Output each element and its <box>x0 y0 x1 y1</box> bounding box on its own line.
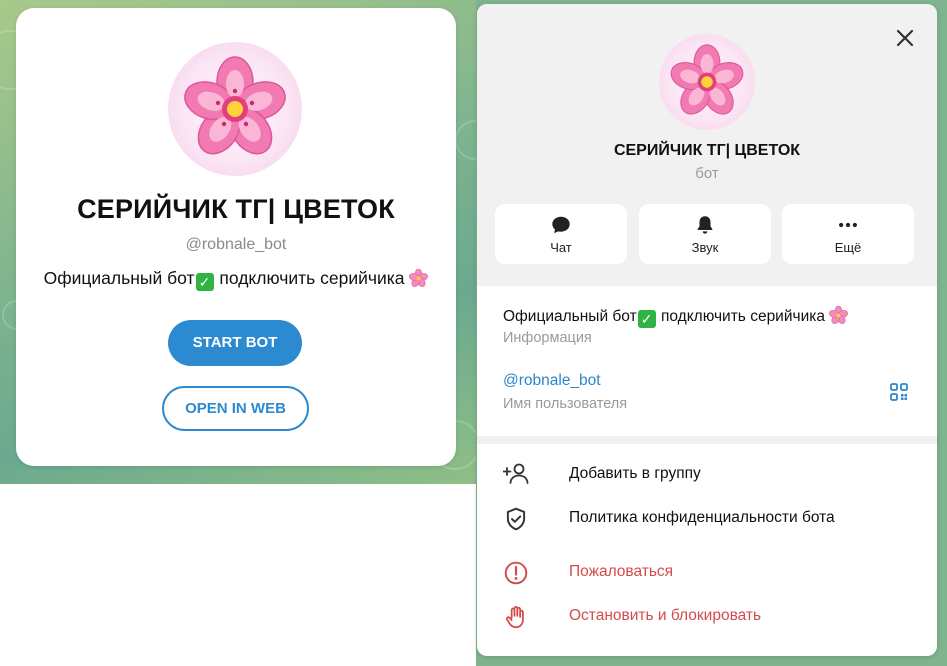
sound-action-button[interactable]: Звук <box>639 204 771 264</box>
bell-icon <box>697 216 713 234</box>
bot-title: СЕРИЙЧИК ТГ| ЦВЕТОК <box>77 194 395 224</box>
privacy-policy-label: Политика конфиденциальности бота <box>569 509 835 526</box>
sound-action-label: Звук <box>691 240 719 255</box>
bot-description: Официальный бот ✓ подключить серийчика <box>16 268 456 291</box>
chat-bubble-icon <box>552 216 570 234</box>
start-bot-button[interactable]: START BOT <box>168 320 302 366</box>
section-divider <box>477 436 937 444</box>
privacy-policy-item[interactable]: Политика конфиденциальности бота <box>477 498 937 538</box>
open-in-web-button[interactable]: OPEN IN WEB <box>162 386 309 431</box>
checkmark-emoji-icon: ✓ <box>637 310 656 328</box>
bot-start-card: СЕРИЙЧИК ТГ| ЦВЕТОК @robnale_bot Официал… <box>16 8 456 466</box>
cherry-blossom-icon <box>184 56 286 155</box>
report-label: Пожаловаться <box>569 563 674 580</box>
bot-info-panel: СЕРИЙЧИК ТГ| ЦВЕТОК бот Чат Звук Ещё Офи… <box>477 4 937 656</box>
bot-description[interactable]: Официальный бот ✓ подключить серийчика <box>503 306 849 328</box>
report-icon <box>504 561 528 585</box>
add-to-group-item[interactable]: Добавить в группу <box>477 454 937 494</box>
qr-code-icon[interactable] <box>889 382 909 402</box>
close-icon[interactable] <box>893 26 917 50</box>
chat-action-button[interactable]: Чат <box>495 204 627 264</box>
description-label: Информация <box>503 330 592 346</box>
more-action-label: Ещё <box>834 240 862 255</box>
stop-block-label: Остановить и блокировать <box>569 607 762 624</box>
panel-title: СЕРИЙЧИК ТГ| ЦВЕТОК <box>613 142 801 159</box>
description-text: Официальный бот <box>503 308 637 325</box>
bot-username: @robnale_bot <box>185 236 287 253</box>
bot-info-section: Официальный бот ✓ подключить серийчика Ин… <box>477 286 937 436</box>
panel-subtitle: бот <box>695 165 719 182</box>
checkmark-emoji-icon: ✓ <box>195 273 214 291</box>
stop-block-item[interactable]: Остановить и блокировать <box>477 596 937 636</box>
username-label: Имя пользователя <box>503 396 628 412</box>
add-to-group-label: Добавить в группу <box>569 465 701 482</box>
bot-avatar <box>659 34 755 130</box>
description-text-tail: подключить серийчика <box>656 308 830 325</box>
cherry-blossom-emoji-icon <box>409 269 429 287</box>
cherry-blossom-icon <box>670 44 744 115</box>
description-text: Официальный бот <box>43 268 195 288</box>
description-text-tail: подключить серийчика <box>214 268 410 288</box>
more-action-button[interactable]: Ещё <box>782 204 914 264</box>
panel-header: СЕРИЙЧИК ТГ| ЦВЕТОК бот Чат Звук Ещё <box>477 4 937 286</box>
stop-hand-icon <box>506 606 524 629</box>
bot-avatar <box>168 42 302 176</box>
report-item[interactable]: Пожаловаться <box>477 552 937 592</box>
chat-action-label: Чат <box>550 240 572 255</box>
shield-check-icon <box>506 507 526 531</box>
more-dots-icon <box>839 222 857 228</box>
wallpaper-doodle <box>455 120 476 160</box>
cherry-blossom-emoji-icon <box>829 306 849 324</box>
add-user-icon <box>503 463 529 484</box>
username-link[interactable]: @robnale_bot <box>503 372 601 390</box>
